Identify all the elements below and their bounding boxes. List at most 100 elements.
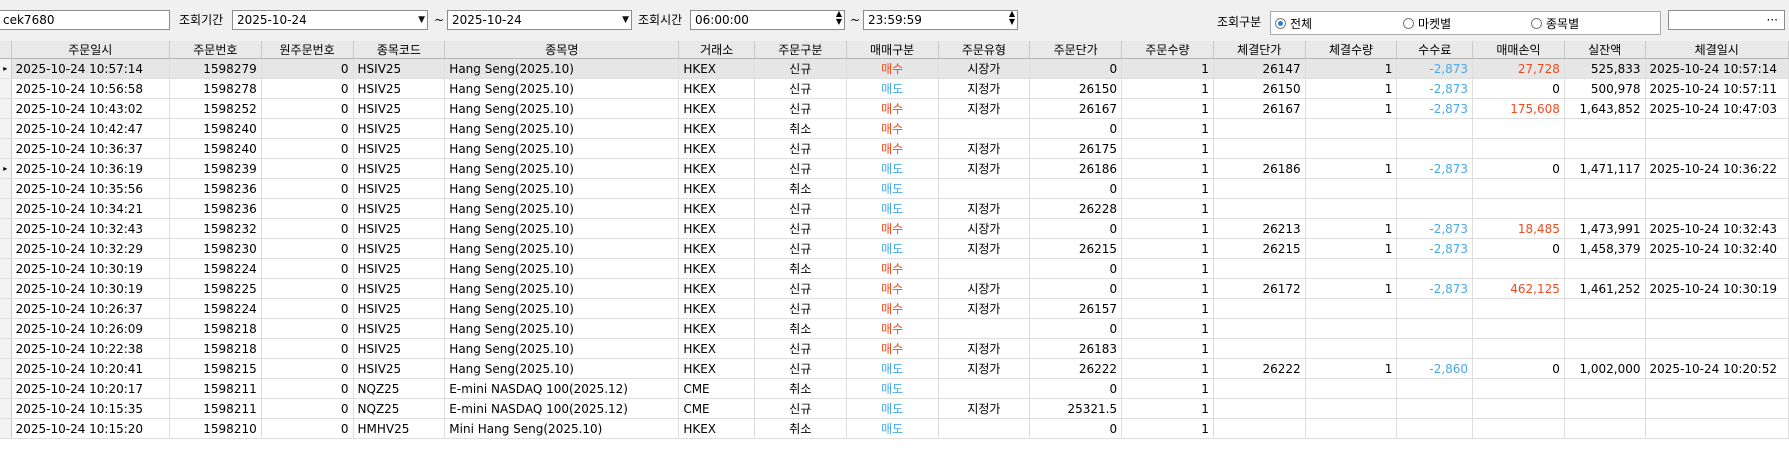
row-pointer-icon: [0, 318, 12, 339]
order-kind-cell: 취소: [754, 378, 847, 399]
column-header-order-kind[interactable]: 주문구분: [754, 41, 847, 59]
fill-time-cell: 2025-10-24 10:32:43: [1645, 218, 1789, 239]
order-no-cell: 1598239: [169, 158, 262, 179]
fee-cell: [1396, 318, 1474, 339]
fill-price-cell: [1213, 338, 1306, 359]
table-row[interactable]: 2025-10-24 10:15:20 1598210 0 HMHV25 Mini Ha…: [0, 418, 1789, 439]
order-type-cell: 시장가: [938, 278, 1031, 299]
lookup-button[interactable]: ···: [1767, 12, 1778, 28]
column-header-fee[interactable]: 수수료: [1396, 41, 1474, 59]
fill-qty-cell: [1305, 258, 1398, 279]
table-row[interactable]: 2025-10-24 10:35:56 1598236 0 HSIV25 Hang Se…: [0, 178, 1789, 199]
spinner-icon[interactable]: ▲ ▼: [836, 11, 842, 26]
net-balance-cell: [1564, 318, 1646, 339]
fee-cell: -2,860: [1396, 358, 1474, 379]
account-field[interactable]: cek7680: [0, 10, 170, 30]
radio-unselected-icon[interactable]: [1403, 17, 1414, 29]
radio-unselected-icon[interactable]: [1531, 17, 1542, 29]
original-order-no-cell: 0: [261, 78, 354, 99]
fee-cell: -2,873: [1396, 218, 1474, 239]
order-qty-cell: 1: [1121, 98, 1214, 119]
symbol-code-cell: NQZ25: [353, 378, 446, 399]
table-row[interactable]: 2025-10-24 10:26:37 1598224 0 HSIV25 Hang Se…: [0, 298, 1789, 319]
column-header-order-price[interactable]: 주문단가: [1029, 41, 1123, 59]
column-header-fill-time[interactable]: 체결일시: [1645, 41, 1789, 59]
table-row[interactable]: 2025-10-24 10:20:17 1598211 0 NQZ25 E-mini N…: [0, 378, 1789, 399]
order-kind-cell: 취소: [754, 258, 847, 279]
date-from-select[interactable]: 2025-10-24 ▼: [232, 10, 428, 30]
column-header-order-no[interactable]: 주문번호: [169, 41, 262, 59]
original-order-no-cell: 0: [261, 278, 354, 299]
dropdown-arrow-icon: ▼: [622, 15, 629, 25]
table-row[interactable]: ▸ 2025-10-24 10:57:14 1598279 0 HSIV25 Hang S…: [0, 58, 1789, 79]
column-header-original-order-no[interactable]: 원주문번호: [261, 41, 354, 59]
column-header-symbol-name[interactable]: 종목명: [444, 41, 680, 59]
exchange-cell: HKEX: [678, 178, 755, 199]
radio-by-market[interactable]: 마켓별: [1403, 12, 1451, 34]
table-row[interactable]: 2025-10-24 10:32:29 1598230 0 HSIV25 Hang Se…: [0, 238, 1789, 259]
fill-price-cell: [1213, 398, 1306, 419]
net-balance-cell: [1564, 378, 1646, 399]
column-header-order-type[interactable]: 주문유형: [938, 41, 1031, 59]
exchange-cell: HKEX: [678, 338, 755, 359]
table-row[interactable]: 2025-10-24 10:22:38 1598218 0 HSIV25 Hang Se…: [0, 338, 1789, 359]
column-header-trade-pnl[interactable]: 매매손익: [1472, 41, 1565, 59]
table-row[interactable]: 2025-10-24 10:43:02 1598252 0 HSIV25 Hang Se…: [0, 98, 1789, 119]
exchange-cell: HKEX: [678, 218, 755, 239]
symbol-name-cell: Hang Seng(2025.10): [444, 238, 680, 259]
order-time-cell: 2025-10-24 10:36:19: [11, 158, 170, 179]
table-row[interactable]: 2025-10-24 10:26:09 1598218 0 HSIV25 Hang Se…: [0, 318, 1789, 339]
date-to-select[interactable]: 2025-10-24 ▼: [447, 10, 632, 30]
column-header-symbol-code[interactable]: 종목코드: [353, 41, 446, 59]
net-balance-cell: 1,473,991: [1564, 218, 1646, 239]
order-type-cell: 지정가: [938, 158, 1031, 179]
original-order-no-cell: 0: [261, 358, 354, 379]
order-history-grid: 주문일시 주문번호 원주문번호 종목코드 종목명 거래소 주문구분 매매구분 주문유형 주문단가 주…: [0, 41, 1789, 454]
column-header-exchange[interactable]: 거래소: [678, 41, 755, 59]
table-row[interactable]: 2025-10-24 10:56:58 1598278 0 HSIV25 Hang Se…: [0, 78, 1789, 99]
symbol-code-cell: HSIV25: [353, 78, 446, 99]
column-header-fill-qty[interactable]: 체결수량: [1305, 41, 1398, 59]
symbol-search-field[interactable]: ···: [1668, 10, 1785, 30]
time-from-spinner[interactable]: 06:00:00 ▲ ▼: [690, 10, 845, 30]
exchange-cell: HKEX: [678, 258, 755, 279]
spinner-icon[interactable]: ▲ ▼: [1009, 11, 1015, 26]
table-row[interactable]: ▸ 2025-10-24 10:36:19 1598239 0 HSIV25 Hang S…: [0, 158, 1789, 179]
order-qty-cell: 1: [1121, 278, 1214, 299]
column-header-fill-price[interactable]: 체결단가: [1213, 41, 1306, 59]
order-type-cell: 지정가: [938, 358, 1031, 379]
symbol-code-cell: NQZ25: [353, 398, 446, 419]
trade-side-cell: 매도: [846, 418, 939, 439]
radio-by-symbol[interactable]: 종목별: [1531, 12, 1579, 34]
trade-side-cell: 매도: [846, 358, 939, 379]
column-header-order-time[interactable]: 주문일시: [11, 41, 170, 59]
table-row[interactable]: 2025-10-24 10:32:43 1598232 0 HSIV25 Hang Se…: [0, 218, 1789, 239]
radio-all[interactable]: 전체: [1275, 12, 1312, 34]
table-row[interactable]: 2025-10-24 10:34:21 1598236 0 HSIV25 Hang Se…: [0, 198, 1789, 219]
original-order-no-cell: 0: [261, 198, 354, 219]
order-type-cell: 시장가: [938, 218, 1031, 239]
order-price-cell: 0: [1029, 418, 1123, 439]
fee-cell: [1396, 378, 1474, 399]
row-pointer-icon: [0, 258, 12, 279]
column-header-trade-side[interactable]: 매매구분: [846, 41, 939, 59]
table-row[interactable]: 2025-10-24 10:30:19 1598225 0 HSIV25 Hang Se…: [0, 278, 1789, 299]
column-header-order-qty[interactable]: 주문수량: [1121, 41, 1214, 59]
time-to-spinner[interactable]: 23:59:59 ▲ ▼: [863, 10, 1018, 30]
row-pointer-icon: [0, 298, 12, 319]
fill-time-cell: 2025-10-24 10:30:19: [1645, 278, 1789, 299]
order-time-cell: 2025-10-24 10:34:21: [11, 198, 170, 219]
table-row[interactable]: 2025-10-24 10:15:35 1598211 0 NQZ25 E-mini N…: [0, 398, 1789, 419]
order-time-cell: 2025-10-24 10:43:02: [11, 98, 170, 119]
table-row[interactable]: 2025-10-24 10:30:19 1598224 0 HSIV25 Hang Se…: [0, 258, 1789, 279]
table-row[interactable]: 2025-10-24 10:42:47 1598240 0 HSIV25 Hang Se…: [0, 118, 1789, 139]
table-row[interactable]: 2025-10-24 10:20:41 1598215 0 HSIV25 Hang Se…: [0, 358, 1789, 379]
fill-qty-cell: 1: [1305, 218, 1398, 239]
fill-price-cell: [1213, 178, 1306, 199]
order-type-cell: [938, 418, 1031, 439]
trade-side-cell: 매도: [846, 198, 939, 219]
row-pointer-icon: [0, 338, 12, 359]
column-header-net-balance[interactable]: 실잔액: [1564, 41, 1646, 59]
table-row[interactable]: 2025-10-24 10:36:37 1598240 0 HSIV25 Hang Se…: [0, 138, 1789, 159]
radio-selected-icon[interactable]: [1275, 17, 1286, 29]
